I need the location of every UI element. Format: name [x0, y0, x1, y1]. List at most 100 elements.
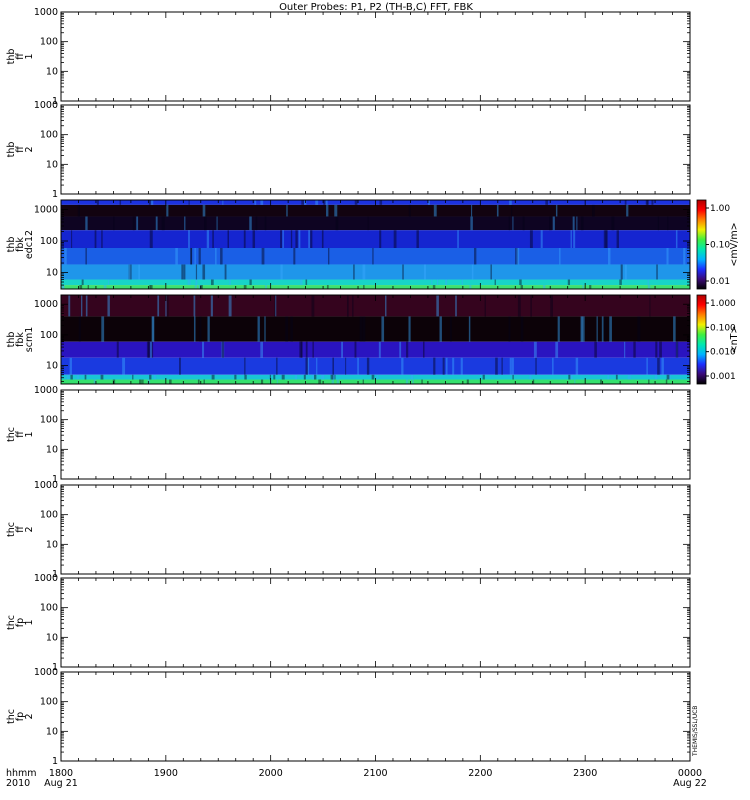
spectral-streak [316, 357, 318, 375]
spectral-streak [310, 230, 313, 248]
spectral-streak [408, 204, 411, 217]
spectral-streak [295, 230, 298, 248]
spectral-streak [568, 374, 571, 380]
spectral-streak [600, 379, 602, 384]
spectral-streak [509, 200, 512, 205]
spectral-streak [495, 357, 498, 375]
spectral-streak [376, 374, 379, 380]
plot-title: Outer Probes: P1, P2 (TH-B,C) FFT, FBK [279, 2, 473, 13]
spectral-streak [601, 316, 604, 342]
spectral-streak [312, 374, 315, 380]
spectral-streak [359, 316, 363, 342]
spectral-streak [582, 285, 584, 289]
spectral-streak [474, 247, 477, 265]
spectral-streak [335, 216, 339, 231]
spectral-streak [224, 264, 227, 280]
y-tick-label: 10 [46, 726, 58, 737]
spectral-streak [352, 295, 354, 317]
spectral-streak [312, 341, 314, 358]
spectral-streak [540, 230, 543, 248]
y-axis-label-line: 2 [24, 146, 35, 152]
spectral-streak [326, 285, 329, 289]
spectral-streak [184, 216, 186, 231]
spectral-streak [300, 279, 303, 286]
y-tick-label: 1000 [34, 667, 58, 678]
spectral-streak [557, 316, 560, 342]
spectral-streak [666, 247, 669, 265]
spectral-streak [77, 204, 80, 217]
spectral-streak [142, 379, 144, 384]
spectral-streak [647, 285, 651, 289]
spectral-streak [675, 341, 679, 358]
spectral-streak [371, 374, 375, 380]
spectral-streak [101, 316, 105, 342]
spectral-streak [410, 374, 414, 380]
spectral-streak [323, 200, 326, 205]
y-axis-label-line: 1 [24, 53, 35, 59]
y-tick-label: 1000 [34, 573, 58, 584]
spectral-streak [673, 316, 676, 342]
spectral-streak [345, 357, 347, 375]
spectral-streak [421, 379, 423, 384]
spectral-streak [461, 279, 463, 286]
spectral-streak [607, 247, 611, 265]
panel-frame [60, 484, 691, 575]
spectral-streak [508, 216, 511, 231]
spectral-streak [212, 230, 214, 248]
y-tick-label: 100 [40, 415, 58, 426]
spectral-streak [293, 247, 296, 265]
spectral-streak [150, 200, 154, 205]
spectral-streak [301, 200, 304, 205]
y-tick-label: 100 [40, 510, 58, 521]
spectral-streak [624, 264, 627, 280]
panel-thb_ff1: 1 10 100 1000 thbff1 [6, 7, 691, 107]
spectral-streak [108, 279, 110, 286]
spectral-streak [496, 204, 499, 217]
y-tick-label: 10 [46, 632, 58, 643]
y-axis-label-line: 2 [24, 526, 35, 532]
spectral-streak [197, 379, 200, 384]
spectral-streak [234, 374, 237, 380]
spectral-streak [353, 264, 355, 280]
spectral-streak [490, 264, 492, 280]
spectral-streak [331, 379, 334, 384]
spectral-streak [149, 285, 152, 289]
spectral-streak [116, 341, 119, 358]
panel-frame [60, 104, 691, 195]
spectral-streak [509, 357, 512, 375]
spectral-streak [529, 374, 532, 380]
spectral-streak [512, 374, 514, 380]
y-axis-label-line: 2 [24, 713, 35, 719]
x-date-end: Aug 22 [673, 778, 707, 789]
spectral-streak [280, 264, 283, 280]
x-tick-label: 2300 [573, 768, 597, 779]
y-axis-label: thcff2 [6, 522, 35, 537]
spectral-streak [657, 216, 660, 231]
spectral-streak [249, 216, 252, 231]
spectral-streak [244, 357, 246, 375]
spectral-streak [675, 230, 678, 248]
spectral-streak [216, 216, 218, 231]
spectral-streak [227, 230, 229, 248]
panel-thc_fp1: 1 10 100 1000 thcfp1 [6, 573, 691, 673]
spectral-streak [101, 230, 103, 248]
spectral-streak [455, 295, 457, 317]
spectral-streak [211, 374, 215, 380]
spectral-streak [308, 230, 311, 248]
spectral-streak [401, 357, 404, 375]
y-tick-label: 10 [46, 539, 58, 550]
spectral-streak [228, 295, 232, 317]
spectral-streak [449, 316, 452, 342]
spectral-streak [146, 341, 150, 358]
panels-group: 1101001000thbff11101001000thbff20.010.10… [6, 7, 740, 767]
spectral-streak [257, 316, 260, 342]
spectral-band [61, 204, 690, 217]
y-tick-label: 100 [40, 130, 58, 141]
spectral-streak [136, 216, 139, 231]
spectral-streak [64, 247, 67, 265]
spectral-streak [439, 316, 442, 342]
spectral-streak [193, 316, 196, 342]
spectral-streak [570, 230, 572, 248]
y-axis-label: thbff2 [6, 142, 35, 158]
panel-frame [60, 577, 691, 668]
